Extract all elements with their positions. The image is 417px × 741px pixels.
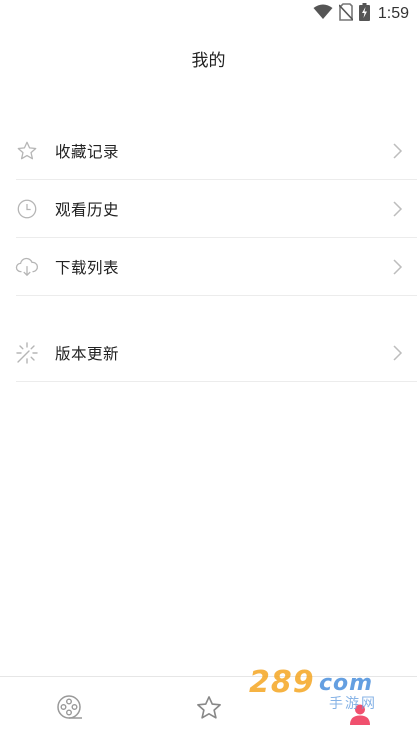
menu-item-label: 收藏记录	[55, 143, 120, 161]
status-icons: 1:59	[313, 3, 409, 25]
star-outline-icon	[195, 694, 223, 726]
menu-group-app: 版本更新	[0, 324, 417, 382]
menu-item-downloads[interactable]: 下载列表	[0, 238, 417, 296]
chevron-right-icon	[391, 344, 403, 362]
divider	[16, 381, 417, 382]
status-time: 1:59	[377, 5, 409, 22]
menu-item-history[interactable]: 观看历史	[0, 180, 417, 238]
film-reel-icon	[56, 694, 84, 726]
menu-item-label: 观看历史	[55, 201, 120, 219]
status-bar: 1:59	[0, 0, 417, 28]
nav-tab-videos[interactable]	[0, 677, 139, 741]
chevron-right-icon	[391, 258, 403, 276]
nav-tab-profile[interactable]	[278, 677, 417, 741]
battery-charging-icon	[358, 3, 370, 25]
cloud-download-icon	[14, 254, 40, 280]
bottom-nav	[0, 676, 417, 741]
nav-tab-favorites[interactable]	[139, 677, 278, 741]
clock-icon	[14, 196, 40, 222]
divider	[16, 295, 417, 296]
chevron-right-icon	[391, 200, 403, 218]
chevron-right-icon	[391, 142, 403, 160]
sparkle-update-icon	[14, 340, 40, 366]
user-icon	[348, 702, 372, 730]
no-sim-icon	[338, 3, 354, 25]
menu-item-label: 版本更新	[55, 345, 120, 363]
wifi-icon	[313, 4, 333, 24]
menu-item-favorites[interactable]: 收藏记录	[0, 122, 417, 180]
menu-item-update[interactable]: 版本更新	[0, 324, 417, 382]
menu-item-label: 下载列表	[55, 259, 120, 277]
page-title: 我的	[191, 51, 226, 71]
menu-group-main: 收藏记录 观看历史 下载列表	[0, 122, 417, 296]
star-outline-icon	[14, 138, 40, 164]
